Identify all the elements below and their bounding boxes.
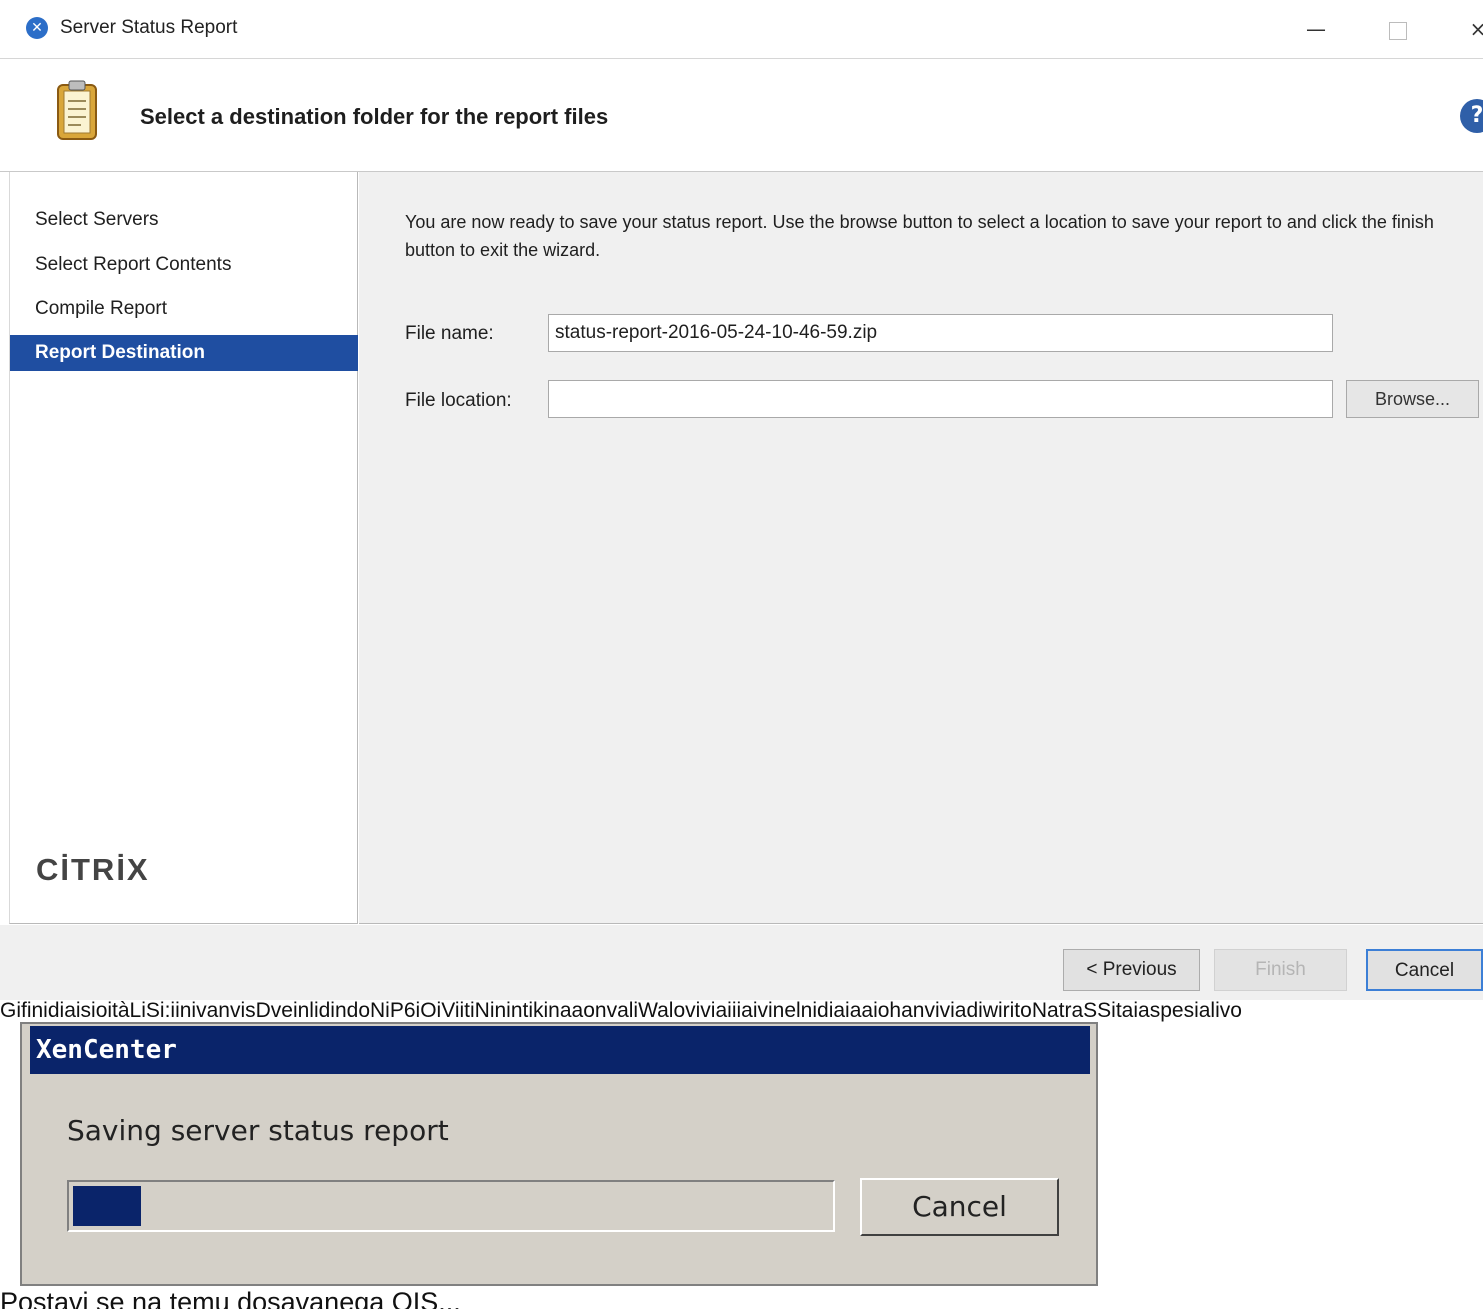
xencenter-app-icon: ✕ <box>26 17 48 39</box>
step-compile-report: Compile Report <box>35 298 167 319</box>
file-location-label: File location: <box>405 390 512 411</box>
wizard-footer: < Previous Finish Cancel <box>0 925 1483 1000</box>
wizard-steps-sidebar: Select Servers Select Report Contents Co… <box>9 172 358 924</box>
finish-button[interactable]: Finish <box>1214 949 1347 991</box>
progress-bar <box>67 1180 835 1232</box>
close-button[interactable]: × <box>1458 12 1483 46</box>
overlapping-text-line: GifinidiaisioitàLiSi:iinivanvisDveinlidi… <box>0 1000 1483 1022</box>
minimize-button[interactable]: — <box>1296 12 1336 46</box>
browse-button[interactable]: Browse... <box>1346 380 1479 418</box>
wizard-page-title: Select a destination folder for the repo… <box>140 104 609 129</box>
title-bar: ✕ Server Status Report — × <box>0 0 1483 59</box>
intro-text: You are now ready to save your status re… <box>405 212 1434 260</box>
citrix-logo: CİTRİX <box>36 852 150 887</box>
maximize-button[interactable] <box>1378 12 1418 46</box>
file-location-input[interactable] <box>548 380 1333 418</box>
step-report-destination: Report Destination <box>10 335 358 371</box>
window-title: Server Status Report <box>60 17 238 38</box>
wizard-cancel-button[interactable]: Cancel <box>1366 949 1483 991</box>
previous-button[interactable]: < Previous <box>1063 949 1200 991</box>
dialog-title: XenCenter <box>30 1026 1090 1074</box>
clipboard-icon <box>57 80 97 140</box>
server-status-report-window: ✕ Server Status Report — × Select a dest… <box>0 0 1483 1000</box>
maximize-icon <box>1389 21 1407 40</box>
dialog-cancel-button[interactable]: Cancel <box>860 1178 1059 1236</box>
step-select-report-contents: Select Report Contents <box>35 254 232 275</box>
file-name-input[interactable] <box>548 314 1333 352</box>
file-name-label: File name: <box>405 323 494 344</box>
wizard-content: You are now ready to save your status re… <box>359 172 1483 924</box>
caption-text: Postavi se na temu dosavanega OIS... <box>0 1287 461 1309</box>
dialog-message: Saving server status report <box>67 1114 449 1147</box>
xencenter-progress-dialog: XenCenter Saving server status report Ca… <box>20 1022 1098 1286</box>
step-select-servers: Select Servers <box>35 209 159 230</box>
wizard-header: Select a destination folder for the repo… <box>0 59 1483 172</box>
help-icon[interactable]: ? <box>1460 99 1483 133</box>
progress-bar-fill <box>73 1186 142 1226</box>
